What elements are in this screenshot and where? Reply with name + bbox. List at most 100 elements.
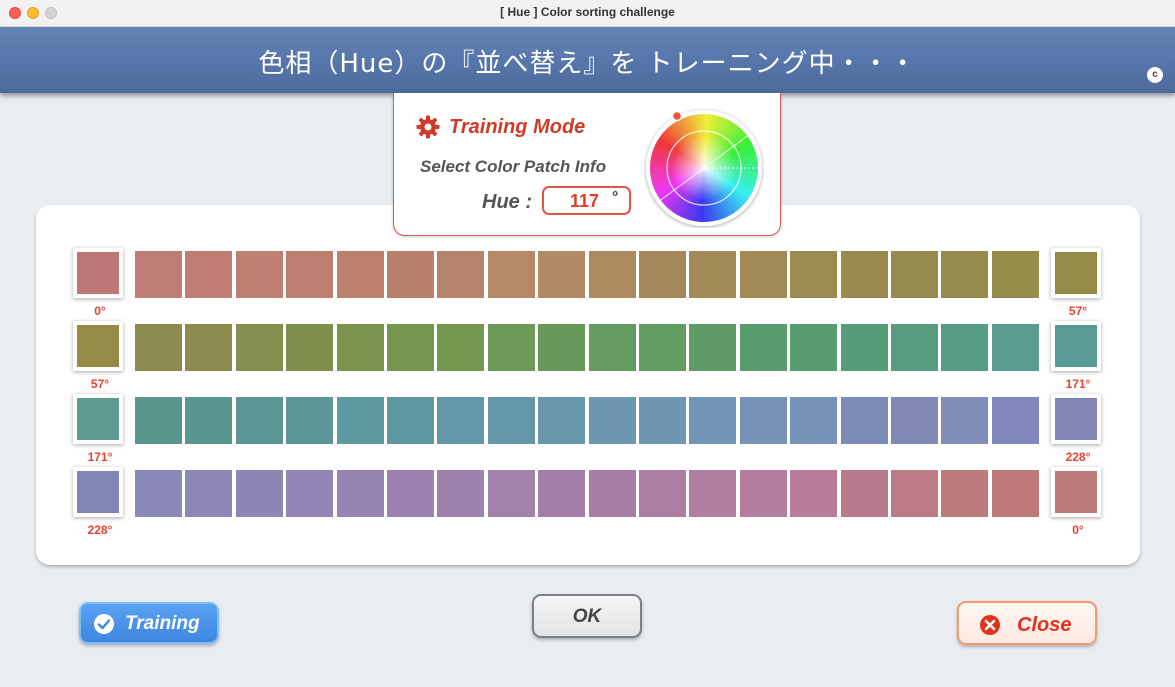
patch-info-label: Select Color Patch Info — [420, 157, 607, 176]
color-patch[interactable] — [538, 324, 585, 371]
color-patch[interactable] — [589, 324, 636, 371]
color-patch[interactable] — [135, 324, 182, 371]
color-patch[interactable] — [387, 324, 434, 371]
color-patch[interactable] — [740, 397, 787, 444]
check-circle-icon — [94, 614, 114, 634]
color-patch[interactable] — [992, 397, 1039, 444]
color-patch[interactable] — [941, 470, 988, 517]
close-button[interactable]: Close — [957, 601, 1097, 645]
start-color-patch — [73, 321, 123, 371]
color-patch[interactable] — [992, 251, 1039, 298]
color-patch[interactable] — [538, 397, 585, 444]
color-patch[interactable] — [236, 324, 283, 371]
color-patch[interactable] — [135, 251, 182, 298]
color-patch[interactable] — [639, 251, 686, 298]
color-patch[interactable] — [185, 251, 232, 298]
color-patch[interactable] — [185, 324, 232, 371]
color-patch[interactable] — [185, 470, 232, 517]
color-patch[interactable] — [639, 397, 686, 444]
close-circle-icon — [980, 615, 1000, 635]
training-mode-label: Training Mode — [449, 116, 586, 138]
ok-button-label: OK — [572, 606, 602, 627]
color-patch[interactable] — [286, 251, 333, 298]
color-patch[interactable] — [589, 397, 636, 444]
color-patch[interactable] — [337, 324, 384, 371]
color-patch[interactable] — [589, 251, 636, 298]
color-patch[interactable] — [689, 397, 736, 444]
color-patch[interactable] — [790, 251, 837, 298]
end-degree-label: 171° — [1065, 377, 1091, 391]
color-patch[interactable] — [286, 397, 333, 444]
color-patch[interactable] — [337, 470, 384, 517]
start-color-swatch — [77, 471, 119, 513]
color-patch[interactable] — [891, 397, 938, 444]
color-patch[interactable] — [589, 470, 636, 517]
start-color-patch — [73, 467, 123, 517]
hue-value: 117 — [570, 191, 600, 211]
color-patch[interactable] — [488, 324, 535, 371]
color-patch[interactable] — [337, 251, 384, 298]
color-patch[interactable] — [135, 470, 182, 517]
color-patch[interactable] — [992, 324, 1039, 371]
color-patch[interactable] — [437, 470, 484, 517]
color-patch[interactable] — [488, 397, 535, 444]
start-color-swatch — [77, 252, 119, 294]
ok-button[interactable]: OK — [532, 594, 642, 638]
color-patch[interactable] — [639, 470, 686, 517]
color-patch[interactable] — [689, 324, 736, 371]
color-patch[interactable] — [387, 470, 434, 517]
color-patch[interactable] — [841, 397, 888, 444]
color-patch[interactable] — [790, 397, 837, 444]
close-button-label: Close — [1017, 614, 1072, 636]
training-button[interactable]: Training — [79, 602, 219, 644]
color-patch[interactable] — [437, 397, 484, 444]
copyright-badge[interactable]: c — [1147, 67, 1163, 83]
hue-wheel-icon — [644, 108, 764, 228]
color-patch[interactable] — [488, 470, 535, 517]
hue-label: Hue : — [482, 191, 532, 213]
color-patch[interactable] — [236, 470, 283, 517]
color-patch[interactable] — [790, 324, 837, 371]
color-patch[interactable] — [337, 397, 384, 444]
color-patch[interactable] — [689, 251, 736, 298]
color-patch[interactable] — [387, 251, 434, 298]
color-patch[interactable] — [689, 470, 736, 517]
color-patch[interactable] — [236, 251, 283, 298]
color-patch[interactable] — [941, 251, 988, 298]
color-patch[interactable] — [841, 470, 888, 517]
color-patch[interactable] — [488, 251, 535, 298]
color-patch[interactable] — [740, 251, 787, 298]
color-patch[interactable] — [841, 324, 888, 371]
color-patch[interactable] — [185, 397, 232, 444]
color-patch[interactable] — [387, 397, 434, 444]
color-patch[interactable] — [437, 324, 484, 371]
color-patch[interactable] — [639, 324, 686, 371]
color-patch[interactable] — [740, 470, 787, 517]
end-degree-label: 228° — [1065, 450, 1091, 464]
color-patch[interactable] — [891, 470, 938, 517]
color-patch[interactable] — [538, 470, 585, 517]
color-patch[interactable] — [236, 397, 283, 444]
end-color-swatch — [1055, 398, 1097, 440]
color-patch[interactable] — [286, 324, 333, 371]
color-patch[interactable] — [891, 324, 938, 371]
training-button-label: Training — [125, 613, 200, 634]
color-patch[interactable] — [437, 251, 484, 298]
color-patch[interactable] — [740, 324, 787, 371]
color-patch[interactable] — [941, 324, 988, 371]
start-color-swatch — [77, 398, 119, 440]
color-patch[interactable] — [992, 470, 1039, 517]
color-patch[interactable] — [941, 397, 988, 444]
color-patch[interactable] — [538, 251, 585, 298]
color-patch[interactable] — [841, 251, 888, 298]
end-degree-label: 0° — [1072, 523, 1084, 537]
end-color-patch — [1051, 394, 1101, 444]
color-patch[interactable] — [286, 470, 333, 517]
gear-icon — [416, 115, 440, 139]
hue-value-field: 117 ° — [542, 186, 631, 215]
color-patch[interactable] — [790, 470, 837, 517]
header-title: 色相（Hue）の『並べ替え』を トレーニング中・・・ — [258, 49, 917, 79]
color-patch[interactable] — [135, 397, 182, 444]
end-color-swatch — [1055, 252, 1097, 294]
color-patch[interactable] — [891, 251, 938, 298]
